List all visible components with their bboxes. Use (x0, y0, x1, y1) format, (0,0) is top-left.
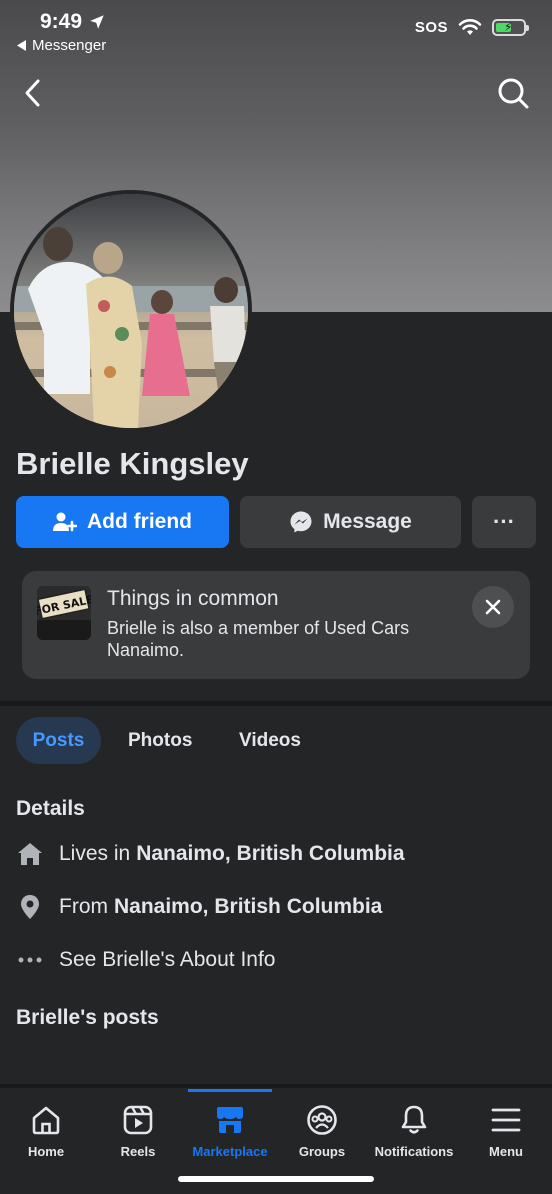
bell-icon (401, 1105, 427, 1134)
dismiss-button[interactable] (472, 586, 514, 628)
nav-groups[interactable]: Groups (276, 1104, 368, 1159)
house-icon (16, 840, 44, 868)
group-thumbnail: FOR SALE (37, 586, 91, 640)
nav-reels[interactable]: Reels (92, 1104, 184, 1159)
from-value[interactable]: Nanaimo, British Columbia (114, 895, 382, 919)
detail-lives-in: Lives in Nanaimo, British Columbia (16, 839, 405, 869)
posts-heading: Brielle's posts (16, 1006, 159, 1029)
search-icon[interactable] (496, 76, 530, 110)
message-button[interactable]: Message (240, 496, 461, 548)
marketplace-icon (217, 1107, 243, 1133)
message-label: Message (323, 510, 412, 533)
details-heading: Details (16, 797, 85, 820)
lives-value[interactable]: Nanaimo, British Columbia (136, 842, 404, 866)
clock-time: 9:49 (40, 10, 83, 33)
detail-from: From Nanaimo, British Columbia (16, 892, 382, 922)
about-info-label: See Brielle's About Info (59, 948, 276, 971)
reels-icon (123, 1105, 153, 1135)
back-app-label: Messenger (32, 37, 107, 54)
more-options-icon: ··· (493, 509, 515, 534)
section-divider (0, 701, 552, 706)
nav-menu-label: Menu (489, 1144, 523, 1159)
home-indicator (178, 1176, 374, 1182)
home-icon (32, 1106, 60, 1135)
wifi-icon (458, 19, 482, 35)
back-to-app[interactable]: Messenger (17, 37, 106, 54)
menu-icon (491, 1108, 521, 1132)
sos-indicator: SOS (414, 18, 448, 36)
profile-photo-image (14, 194, 248, 428)
groups-icon (307, 1105, 337, 1135)
location-arrow-icon (90, 15, 104, 29)
from-prefix: From (59, 895, 108, 918)
battery-icon: ⚡ (492, 18, 529, 36)
for-sale-sign-image: FOR SALE (37, 586, 91, 640)
nav-reels-label: Reels (120, 1144, 156, 1159)
detail-about-link[interactable]: See Brielle's About Info (16, 945, 275, 975)
messenger-icon (290, 511, 312, 533)
lives-prefix: Lives in (59, 842, 131, 865)
more-options-button[interactable]: ··· (472, 496, 536, 548)
add-friend-icon (53, 512, 77, 532)
tab-videos-label: Videos (239, 729, 301, 751)
nav-home-label: Home (27, 1144, 65, 1159)
add-friend-label: Add friend (87, 510, 192, 533)
nav-notifications-label: Notifications (374, 1144, 454, 1159)
tab-photos[interactable]: Photos (128, 717, 192, 764)
nav-notifications[interactable]: Notifications (368, 1104, 460, 1159)
nav-groups-label: Groups (298, 1144, 346, 1159)
tab-posts-label: Posts (32, 729, 85, 751)
things-in-common-card: FOR SALE Things in common Brielle is als… (22, 571, 530, 679)
nav-marketplace[interactable]: Marketplace (184, 1104, 276, 1159)
tab-videos[interactable]: Videos (239, 717, 301, 764)
common-text: Brielle is also a member of Used Cars Na… (107, 618, 410, 660)
nav-marketplace-label: Marketplace (192, 1144, 268, 1159)
close-icon (485, 599, 501, 615)
tab-posts[interactable]: Posts (16, 717, 101, 764)
profile-name: Brielle Kingsley (16, 446, 249, 481)
back-chevron-icon[interactable] (20, 76, 46, 110)
nav-menu[interactable]: Menu (460, 1104, 552, 1159)
common-title: Things in common (107, 587, 279, 610)
nav-home[interactable]: Home (0, 1104, 92, 1159)
profile-picture[interactable] (10, 190, 252, 432)
add-friend-button[interactable]: Add friend (16, 496, 229, 548)
status-bar: 9:49 Messenger SOS ⚡ (0, 0, 552, 60)
active-tab-indicator (188, 1089, 272, 1092)
ellipsis-icon (16, 946, 44, 974)
clock: 9:49 (40, 10, 106, 34)
back-triangle-icon (17, 40, 26, 51)
location-pin-icon (16, 893, 44, 921)
tab-photos-label: Photos (128, 729, 193, 751)
